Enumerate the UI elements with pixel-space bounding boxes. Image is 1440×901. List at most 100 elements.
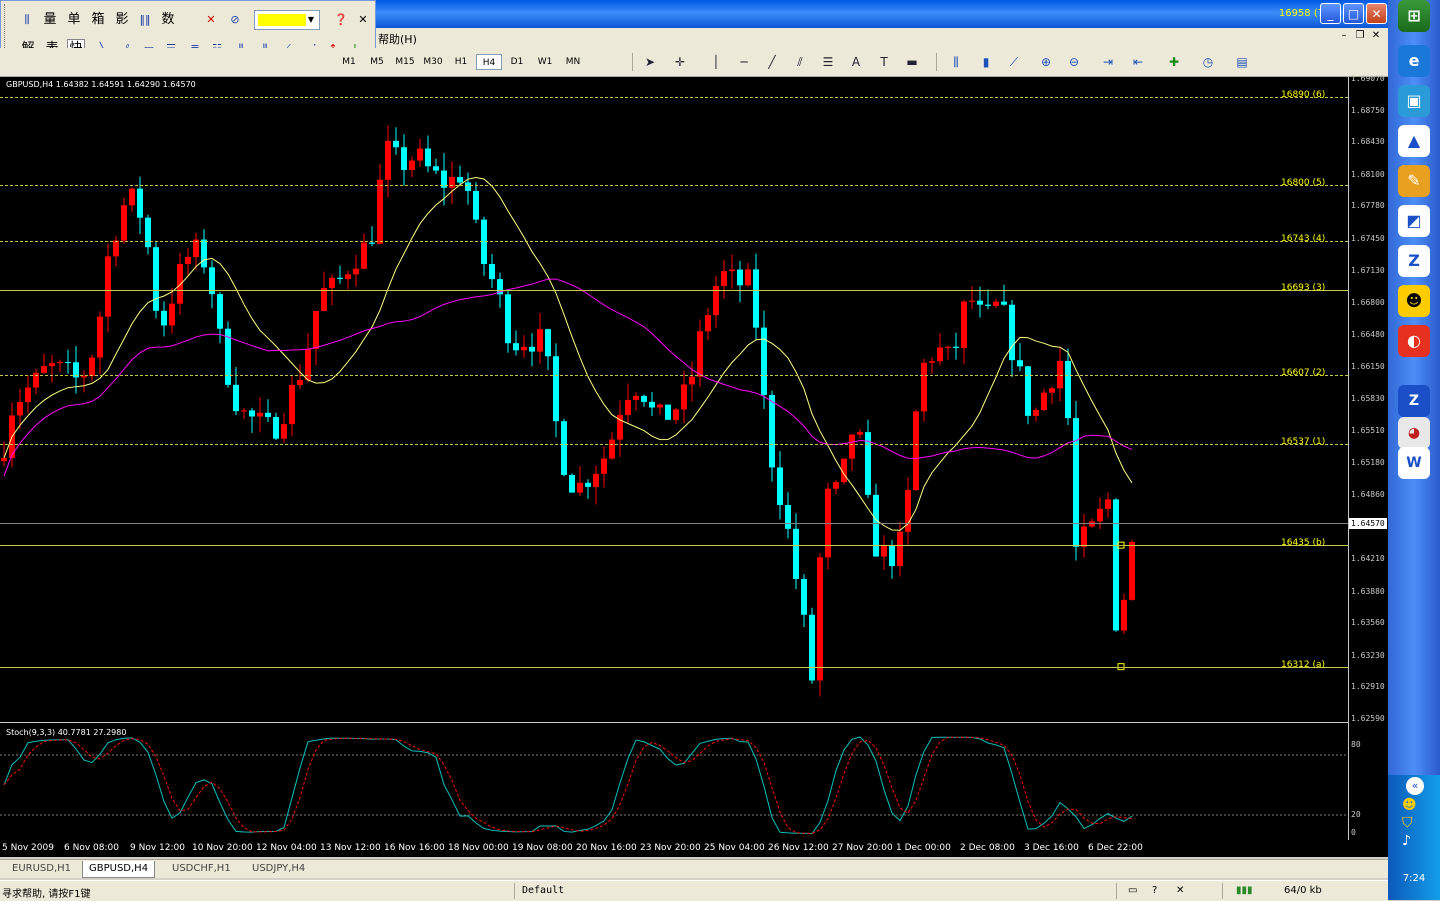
tf-m30[interactable]: M30: [420, 54, 446, 70]
close-window-button[interactable]: ✕: [1366, 3, 1387, 24]
chart-window[interactable]: 1.69070 1.68750 1.68430 1.68100 1.67780 1.674…: [0, 74, 1388, 857]
ie-icon[interactable]: e: [1398, 45, 1430, 77]
channel-icon[interactable]: ⫽: [790, 53, 810, 71]
autoscroll-icon[interactable]: ⇥: [1098, 53, 1118, 71]
color-picker[interactable]: ▼: [254, 10, 320, 30]
time-tick-label: 19 Nov 08:00: [512, 843, 573, 853]
candle: [417, 138, 423, 167]
help-icon[interactable]: ?: [1152, 885, 1157, 896]
tf-h1[interactable]: H1: [448, 54, 474, 70]
chart-shift-icon[interactable]: ⇤: [1128, 53, 1148, 71]
tab-usdchf[interactable]: USDCHF,H1: [166, 861, 237, 877]
chevron-down-icon[interactable]: ▼: [304, 12, 318, 28]
candle: [145, 214, 151, 255]
level-line[interactable]: [0, 545, 1348, 547]
maximize-button[interactable]: □: [1343, 3, 1364, 24]
candle: [377, 163, 383, 245]
candlestick-icon[interactable]: ▮: [976, 53, 996, 71]
arrow-label-icon[interactable]: ▬: [902, 53, 922, 71]
trendline-icon[interactable]: ╱: [762, 53, 782, 71]
tf-m1[interactable]: M1: [336, 54, 362, 70]
fibonacci-icon[interactable]: ☰: [818, 53, 838, 71]
tab-eurusd[interactable]: EURUSD,H1: [6, 861, 77, 877]
candle: [25, 375, 31, 414]
periods-icon[interactable]: ◷: [1198, 53, 1218, 71]
level-line[interactable]: [0, 375, 1348, 377]
tf-m5[interactable]: M5: [364, 54, 390, 70]
candle: [153, 240, 159, 319]
tab-usdjpy[interactable]: USDJPY,H4: [246, 861, 311, 877]
app-icon-z2[interactable]: Z: [1398, 385, 1430, 417]
tray-shield-icon[interactable]: ⛉: [1402, 815, 1413, 831]
bar-chart-icon[interactable]: ⫼: [946, 53, 966, 71]
stochastic-panel[interactable]: [0, 722, 1348, 841]
close-icon[interactable]: ✕: [353, 10, 373, 30]
app-icon-d[interactable]: ◕: [1398, 417, 1430, 449]
tool-shadow[interactable]: 影: [113, 10, 131, 30]
expand-tray-icon[interactable]: «: [1406, 777, 1424, 795]
level-line[interactable]: [0, 184, 1348, 186]
price-tick-label: 1.66800: [1351, 298, 1385, 308]
app-icon-c[interactable]: ◐: [1398, 325, 1430, 357]
candle: [937, 333, 943, 366]
tf-h4[interactable]: H4: [476, 54, 502, 70]
tool-box[interactable]: 箱: [89, 10, 107, 30]
text-label-icon[interactable]: T: [874, 53, 894, 71]
candle: [697, 319, 703, 387]
level-line[interactable]: [0, 290, 1348, 292]
tray-volume-icon[interactable]: ♪: [1402, 833, 1411, 849]
crosshair-icon[interactable]: ✛: [670, 53, 690, 71]
templates-icon[interactable]: ▤: [1232, 53, 1252, 71]
desktop-icon[interactable]: ▣: [1398, 85, 1430, 117]
candle-tool-icon[interactable]: ⫼: [17, 10, 37, 30]
level-line[interactable]: [0, 444, 1348, 446]
minimize-button[interactable]: _: [1320, 3, 1341, 24]
candle: [121, 197, 127, 244]
candle: [401, 134, 407, 186]
app-icon-z[interactable]: Z: [1398, 245, 1430, 277]
candle: [361, 233, 367, 270]
color-swatch: [258, 14, 306, 26]
close-icon[interactable]: ✕: [1176, 885, 1184, 896]
cross-tool-icon[interactable]: ✕: [201, 10, 221, 30]
price-tick-label: 1.63560: [1351, 618, 1385, 628]
indicators-icon[interactable]: ✚: [1164, 53, 1184, 71]
tf-d1[interactable]: D1: [504, 54, 530, 70]
qq-icon[interactable]: ☻: [1398, 285, 1430, 317]
text-icon[interactable]: A: [846, 53, 866, 71]
bars-tool-icon[interactable]: ‖‖: [135, 10, 155, 30]
app-icon-b[interactable]: ◩: [1398, 205, 1430, 237]
tool-volume[interactable]: 量: [41, 10, 59, 30]
zoom-out-icon[interactable]: ⊖: [1064, 53, 1084, 71]
level-line[interactable]: [0, 666, 1348, 668]
time-tick-label: 16 Nov 16:00: [384, 843, 445, 853]
clock[interactable]: 7:24: [1388, 873, 1440, 884]
pencil-icon[interactable]: ✎: [1398, 165, 1430, 197]
tray-qq-icon[interactable]: ☻: [1402, 797, 1417, 813]
tf-mn[interactable]: MN: [560, 54, 586, 70]
cursor-icon[interactable]: ➤: [640, 53, 660, 71]
mdi-restore-icon[interactable]: ❐: [1352, 30, 1368, 41]
candle: [393, 127, 399, 155]
start-icon[interactable]: ⊞: [1398, 0, 1430, 32]
level-line[interactable]: [0, 240, 1348, 242]
tool-single[interactable]: 单: [65, 10, 83, 30]
tf-m15[interactable]: M15: [392, 54, 418, 70]
help-icon[interactable]: ❓: [331, 10, 351, 30]
app-icon-a[interactable]: ▲: [1398, 125, 1430, 157]
candle: [105, 243, 111, 333]
horizontal-line-icon[interactable]: ─: [734, 53, 754, 71]
zoom-in-icon[interactable]: ⊕: [1036, 53, 1056, 71]
price-panel[interactable]: [0, 77, 1348, 719]
word-icon[interactable]: W: [1398, 447, 1430, 479]
level-line[interactable]: [0, 96, 1348, 98]
tab-gbpusd[interactable]: GBPUSD,H4: [82, 861, 156, 878]
tf-w1[interactable]: W1: [532, 54, 558, 70]
tool-data[interactable]: 数: [159, 10, 177, 30]
mdi-close-icon[interactable]: ✕: [1368, 30, 1384, 41]
menu-help[interactable]: 帮助(H): [378, 31, 417, 47]
line-chart-icon[interactable]: ⟋: [1004, 53, 1024, 71]
delete-tool-icon[interactable]: ⊘: [225, 10, 245, 30]
vertical-line-icon[interactable]: │: [706, 53, 726, 71]
mdi-minimize-icon[interactable]: –: [1336, 30, 1352, 41]
